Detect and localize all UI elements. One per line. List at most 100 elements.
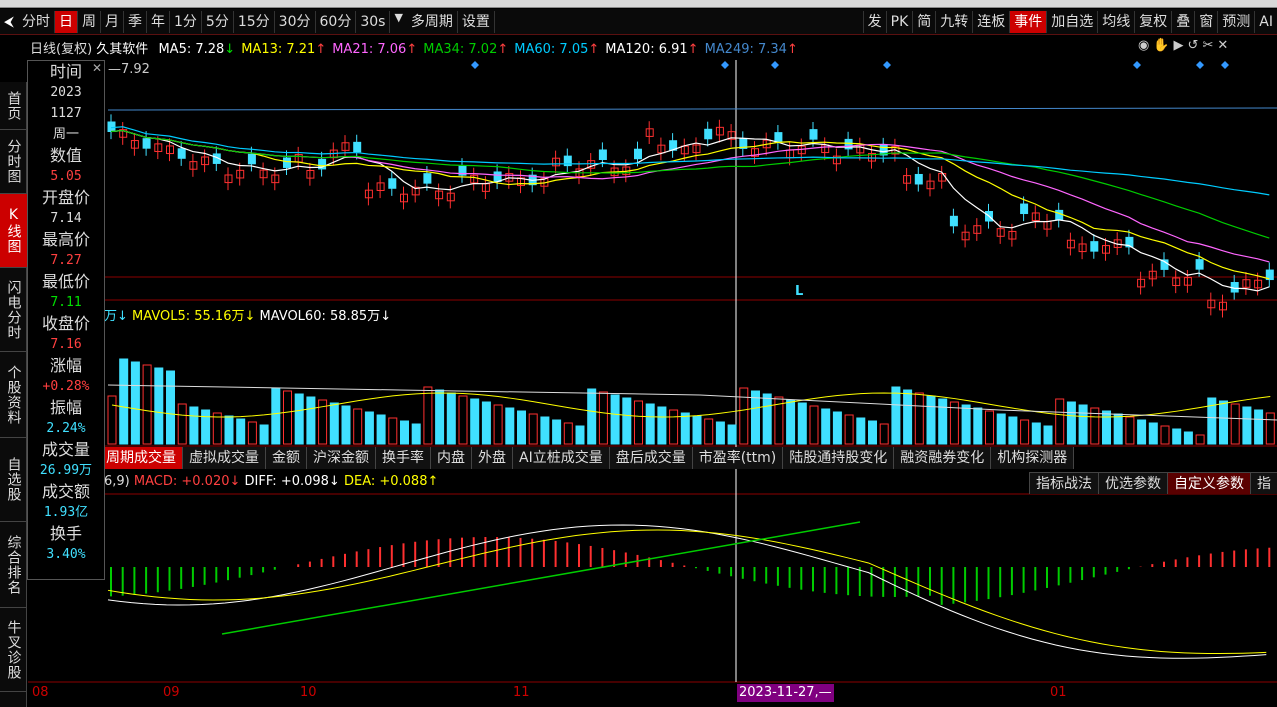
volume-bar <box>985 410 994 445</box>
volume-bar <box>669 409 679 445</box>
subtab-8[interactable]: 盘后成交量 <box>609 447 693 469</box>
play-icon[interactable]: ▶ <box>1174 38 1188 53</box>
cursor-date: 2023-11-27,— <box>737 684 834 702</box>
volume-bar <box>341 405 351 445</box>
subtab-7[interactable]: AI立桩成交量 <box>513 447 610 469</box>
info-label-1: 数值 <box>49 146 82 165</box>
volume-bar <box>786 399 796 445</box>
volume-bar <box>435 389 445 445</box>
volume-bar <box>1113 413 1123 445</box>
volume-bar <box>739 387 749 445</box>
subtab-2[interactable]: 金额 <box>266 447 307 469</box>
volume-bar <box>692 415 702 445</box>
info-value-1-0: 5.05 <box>50 169 82 184</box>
info-value-0-2: 周一 <box>52 127 79 142</box>
param-tab-3[interactable]: 指 <box>1250 472 1277 494</box>
subtab-11[interactable]: 融资融券变化 <box>894 447 992 469</box>
candle-body <box>1020 203 1029 215</box>
volume-bar <box>1160 425 1170 445</box>
volume-bar <box>388 417 398 445</box>
param-tab-2[interactable]: 自定义参数 <box>1167 472 1250 494</box>
param-tab-1[interactable]: 优选参数 <box>1098 472 1167 494</box>
indicator-subtabs: 周期成交量 虚拟成交量 金额 沪深金额 换手率 内盘 外盘 AI立桩成交量 盘后成交量 市盈率(t… <box>100 447 1075 469</box>
chart-type-label: 日线(复权) <box>30 42 93 57</box>
close-icon[interactable]: ✕ <box>92 61 102 75</box>
volume-bar <box>201 409 211 445</box>
info-label-9: 成交额 <box>41 482 90 501</box>
info-value-6-0: +0.28% <box>42 379 90 394</box>
volume-bar <box>832 411 842 445</box>
volume-bar <box>142 364 152 445</box>
ma-label-0: MA5: 7.28↓ <box>158 42 236 57</box>
volume-bar <box>797 402 807 445</box>
x-label-aug: 08 <box>32 685 49 700</box>
ma-label-5: MA120: 6.91↑ <box>605 42 699 57</box>
volume-bar <box>1172 428 1182 445</box>
info-label-6: 涨幅 <box>49 356 82 375</box>
macd-header: 6,9) MACD: +0.020↓ DIFF: +0.098↓ DEA: +0… <box>104 474 439 489</box>
chart-tools: ◉✋▶↺✂✕ <box>1138 38 1232 53</box>
ma34-line <box>110 129 1270 239</box>
volume-bar <box>587 388 597 445</box>
volume-bar <box>1195 434 1205 445</box>
info-value-0-1: 1127 <box>50 106 82 121</box>
volume-bar <box>446 392 456 445</box>
volume-bar <box>1055 398 1065 445</box>
volume-bar <box>329 402 339 445</box>
volume-bar <box>224 415 234 445</box>
eye-icon[interactable]: ◉ <box>1138 38 1153 53</box>
subtab-6[interactable]: 外盘 <box>472 447 513 469</box>
subtab-9[interactable]: 市盈率(ttm) <box>692 447 784 469</box>
volume-bar <box>575 425 585 445</box>
volume-bar <box>680 412 690 445</box>
event-diamond-icon <box>471 61 479 69</box>
subtab-4[interactable]: 换手率 <box>376 447 431 469</box>
x-label-sep: 09 <box>163 685 180 700</box>
candle-body <box>388 178 397 189</box>
data-window: ✕ 时间 2023 1127 周一 数值 5.05 开盘价 7.14 最高价 7.27 最低价 7.1… <box>27 60 105 580</box>
volume-bar <box>961 404 971 445</box>
info-value-0-0: 2023 <box>50 85 82 100</box>
volume-bar <box>809 405 819 445</box>
volume-bar <box>552 419 562 445</box>
subtab-5[interactable]: 内盘 <box>431 447 472 469</box>
info-label-7: 振幅 <box>49 398 82 417</box>
event-diamond-icon <box>883 61 891 69</box>
volume-bar <box>481 401 491 445</box>
candle-body <box>1195 259 1204 270</box>
subtab-1[interactable]: 虚拟成交量 <box>183 447 266 469</box>
subtab-3[interactable]: 沪深金额 <box>307 447 376 469</box>
volume-bar <box>622 397 632 445</box>
param-tab-0[interactable]: 指标战法 <box>1029 472 1098 494</box>
candle-body <box>493 171 502 182</box>
volume-bar <box>868 420 877 445</box>
cursor-marker: L <box>795 284 804 299</box>
x-label-oct: 10 <box>300 685 317 700</box>
kline-chart[interactable] <box>0 0 1277 707</box>
volume-bar <box>1137 419 1147 445</box>
scissors-icon[interactable]: ✂ <box>1202 38 1217 53</box>
info-value-10-0: 3.40% <box>46 547 86 562</box>
undo-icon[interactable]: ↺ <box>1188 38 1203 53</box>
event-diamond-icon <box>1221 61 1229 69</box>
subtab-0[interactable]: 周期成交量 <box>100 447 183 469</box>
kline-header: 日线(复权) 久其软件 MA5: 7.28↓ MA13: 7.21↑ MA21: 7… <box>30 38 798 57</box>
x-label-nov: 11 <box>513 685 530 700</box>
volume-bar <box>1031 422 1041 445</box>
volume-bar <box>1125 416 1135 445</box>
volume-bar <box>353 408 363 445</box>
candle-body <box>1055 209 1064 221</box>
candle-body <box>247 153 256 165</box>
close-icon[interactable]: ✕ <box>1217 38 1232 53</box>
subtab-12[interactable]: 机构探测器 <box>991 447 1075 469</box>
volume-bar <box>259 424 269 445</box>
info-label-4: 最低价 <box>41 272 90 291</box>
candle-body <box>634 148 642 160</box>
volume-bar <box>364 411 374 445</box>
info-value-3-0: 7.27 <box>50 253 82 268</box>
candle-body <box>774 132 783 143</box>
subtab-10[interactable]: 陆股通持股变化 <box>783 447 895 469</box>
volume-bar <box>973 407 983 445</box>
hand-icon[interactable]: ✋ <box>1153 38 1173 53</box>
volume-bar <box>528 413 538 445</box>
